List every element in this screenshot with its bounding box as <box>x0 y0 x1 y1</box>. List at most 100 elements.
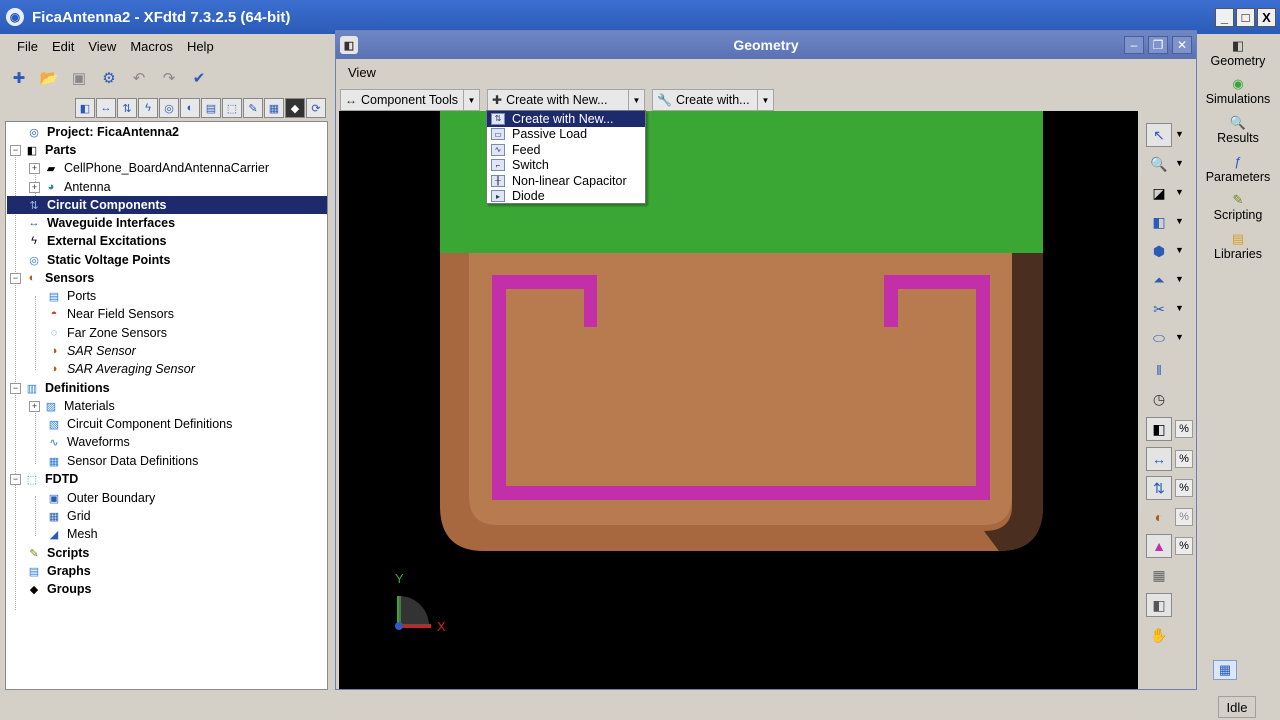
menu-item-nonlinear-capacitor[interactable]: ╫ Non-linear Capacitor <box>487 173 645 189</box>
circuit-opacity-button[interactable]: % <box>1175 479 1193 497</box>
chevron-down-icon[interactable]: ▼ <box>463 90 479 110</box>
results-opacity-button[interactable]: % <box>1175 537 1193 555</box>
sensor-opacity-button[interactable]: % <box>1175 508 1193 526</box>
menu-item-feed[interactable]: ∿ Feed <box>487 142 645 158</box>
edge-tool-icon[interactable]: ◪ <box>1146 181 1172 205</box>
tree-graphs[interactable]: ▤ Graphs <box>27 562 91 580</box>
geometry-minimize-button[interactable]: – <box>1124 36 1144 54</box>
minimize-button[interactable]: _ <box>1215 8 1234 27</box>
circuit-visibility-icon[interactable]: ⇅ <box>1146 476 1172 500</box>
tree-part-antenna[interactable]: + ◕ Antenna <box>29 178 111 196</box>
camera-view-icon[interactable]: ⏶ <box>1146 268 1172 292</box>
groups-filter-icon[interactable]: ◆ <box>285 98 305 118</box>
geometry-close-button[interactable]: ✕ <box>1172 36 1192 54</box>
sidebar-item-parameters[interactable]: ƒ Parameters <box>1199 150 1277 188</box>
open-icon[interactable]: 📂 <box>38 67 60 89</box>
grid-visibility-icon[interactable]: ▦ <box>1146 563 1172 587</box>
refresh-icon[interactable]: ⟳ <box>306 98 326 118</box>
tree-parts[interactable]: − ◧ Parts <box>10 141 76 159</box>
menu-edit[interactable]: Edit <box>45 39 81 54</box>
menu-item-passive-load[interactable]: ▭ Passive Load <box>487 127 645 143</box>
solid-view-icon[interactable]: ⬢ <box>1146 239 1172 263</box>
menu-macros[interactable]: Macros <box>123 39 180 54</box>
fdtd-filter-icon[interactable]: ⬚ <box>222 98 242 118</box>
sensor-filter-icon[interactable]: ◐ <box>180 98 200 118</box>
undo-icon[interactable]: ↶ <box>128 67 150 89</box>
clip-plane-icon[interactable]: ✂ <box>1146 297 1172 321</box>
create-with-dropdown[interactable]: 🔧 Create with... ▼ <box>652 89 774 111</box>
definitions-filter-icon[interactable]: ▤ <box>201 98 221 118</box>
menu-item-switch[interactable]: ⌐ Switch <box>487 158 645 174</box>
tree-sar-averaging[interactable]: ◑ SAR Averaging Sensor <box>47 360 195 378</box>
face-view-icon[interactable]: ◧ <box>1146 210 1172 234</box>
waveguide-visibility-icon[interactable]: ↔ <box>1146 447 1172 471</box>
tree-scripts[interactable]: ✎ Scripts <box>27 544 89 562</box>
excitation-filter-icon[interactable]: ϟ <box>138 98 158 118</box>
chevron-down-icon[interactable]: ▼ <box>1175 303 1184 313</box>
geometry-viewport[interactable]: Y X <box>339 111 1138 689</box>
collapse-icon[interactable]: − <box>10 144 21 156</box>
chevron-down-icon[interactable]: ▼ <box>1175 216 1184 226</box>
collapse-icon[interactable]: − <box>10 382 21 394</box>
geometry-restore-button[interactable]: ❐ <box>1148 36 1168 54</box>
sidebar-item-geometry[interactable]: ◧ Geometry <box>1199 34 1277 72</box>
parts-opacity-button[interactable]: % <box>1175 420 1193 438</box>
tree-far-zone[interactable]: ◌ Far Zone Sensors <box>47 324 167 342</box>
waveguide-filter-icon[interactable]: ↔ <box>96 98 116 118</box>
circuit-filter-icon[interactable]: ⇅ <box>117 98 137 118</box>
tree-sar-sensor[interactable]: ◑ SAR Sensor <box>47 342 136 360</box>
waveguide-opacity-button[interactable]: % <box>1175 450 1193 468</box>
create-with-new-dropdown[interactable]: ✚ Create with New... ▼ <box>487 89 645 111</box>
menu-item-create-with-new[interactable]: ⇅ Create with New... <box>487 111 645 127</box>
scripts-filter-icon[interactable]: ✎ <box>243 98 263 118</box>
settings-icon[interactable]: ⚙ <box>98 67 120 89</box>
chevron-down-icon[interactable]: ▼ <box>1175 187 1184 197</box>
ruler-icon[interactable]: ‖ <box>1146 358 1172 382</box>
tree-project[interactable]: ◎ Project: FicaAntenna2 <box>27 123 179 141</box>
parts-visibility-icon[interactable]: ◧ <box>1146 417 1172 441</box>
chevron-down-icon[interactable]: ▼ <box>1175 129 1184 139</box>
tree-part-board[interactable]: + ▰ CellPhone_BoardAndAntennaCarrier <box>29 159 269 177</box>
tree-definitions[interactable]: − ▥ Definitions <box>10 379 110 397</box>
layout-icon[interactable]: ▦ <box>1213 660 1237 680</box>
sidebar-item-libraries[interactable]: ▤ Libraries <box>1199 227 1277 265</box>
expand-icon[interactable]: + <box>29 162 40 174</box>
parts-filter-icon[interactable]: ◧ <box>75 98 95 118</box>
maximize-button[interactable]: □ <box>1236 8 1255 27</box>
results-visibility-icon[interactable]: ▲ <box>1146 534 1172 558</box>
tree-sensors[interactable]: − ◐ Sensors <box>10 269 94 287</box>
menu-help[interactable]: Help <box>180 39 221 54</box>
tree-ports[interactable]: ▤ Ports <box>47 287 96 305</box>
chevron-down-icon[interactable]: ▼ <box>1175 158 1184 168</box>
sensor-visibility-icon[interactable]: ◐ <box>1146 505 1172 529</box>
tree-materials[interactable]: + ▨ Materials <box>29 397 115 415</box>
expand-icon[interactable]: + <box>29 181 40 193</box>
chevron-down-icon[interactable]: ▼ <box>1175 245 1184 255</box>
geometry-menu-view[interactable]: View <box>348 65 376 80</box>
voltage-filter-icon[interactable]: ◎ <box>159 98 179 118</box>
select-pointer-icon[interactable]: ↖ <box>1146 123 1172 147</box>
validate-icon[interactable]: ✔ <box>188 67 210 89</box>
tree-mesh[interactable]: ◢ Mesh <box>47 525 98 543</box>
chevron-down-icon[interactable]: ▼ <box>628 90 644 110</box>
tree-waveguide[interactable]: ↔ Waveguide Interfaces <box>27 214 176 232</box>
tree-groups[interactable]: ◆ Groups <box>27 580 92 598</box>
graphs-filter-icon[interactable]: ▦ <box>264 98 284 118</box>
measure-icon[interactable]: ◷ <box>1146 387 1172 411</box>
chevron-down-icon[interactable]: ▼ <box>1175 274 1184 284</box>
tree-sensor-data[interactable]: ▦ Sensor Data Definitions <box>47 452 199 470</box>
zoom-icon[interactable]: 🔍 <box>1146 152 1172 176</box>
component-tools-dropdown[interactable]: ↔ Component Tools ▼ <box>340 89 480 111</box>
menu-view[interactable]: View <box>81 39 123 54</box>
pan-hand-icon[interactable]: ✋ <box>1146 623 1172 647</box>
redo-icon[interactable]: ↷ <box>158 67 180 89</box>
expand-icon[interactable]: + <box>29 400 40 412</box>
collapse-icon[interactable]: − <box>10 473 21 485</box>
chevron-down-icon[interactable]: ▼ <box>1175 332 1184 342</box>
save-icon[interactable]: ▣ <box>68 67 90 89</box>
tree-grid[interactable]: ▦ Grid <box>47 507 91 525</box>
tree-excitations[interactable]: ϟ External Excitations <box>27 232 166 250</box>
tree-near-field[interactable]: ◓ Near Field Sensors <box>47 305 174 323</box>
close-button[interactable]: X <box>1257 8 1276 27</box>
sidebar-item-results[interactable]: 🔍 Results <box>1199 111 1277 149</box>
